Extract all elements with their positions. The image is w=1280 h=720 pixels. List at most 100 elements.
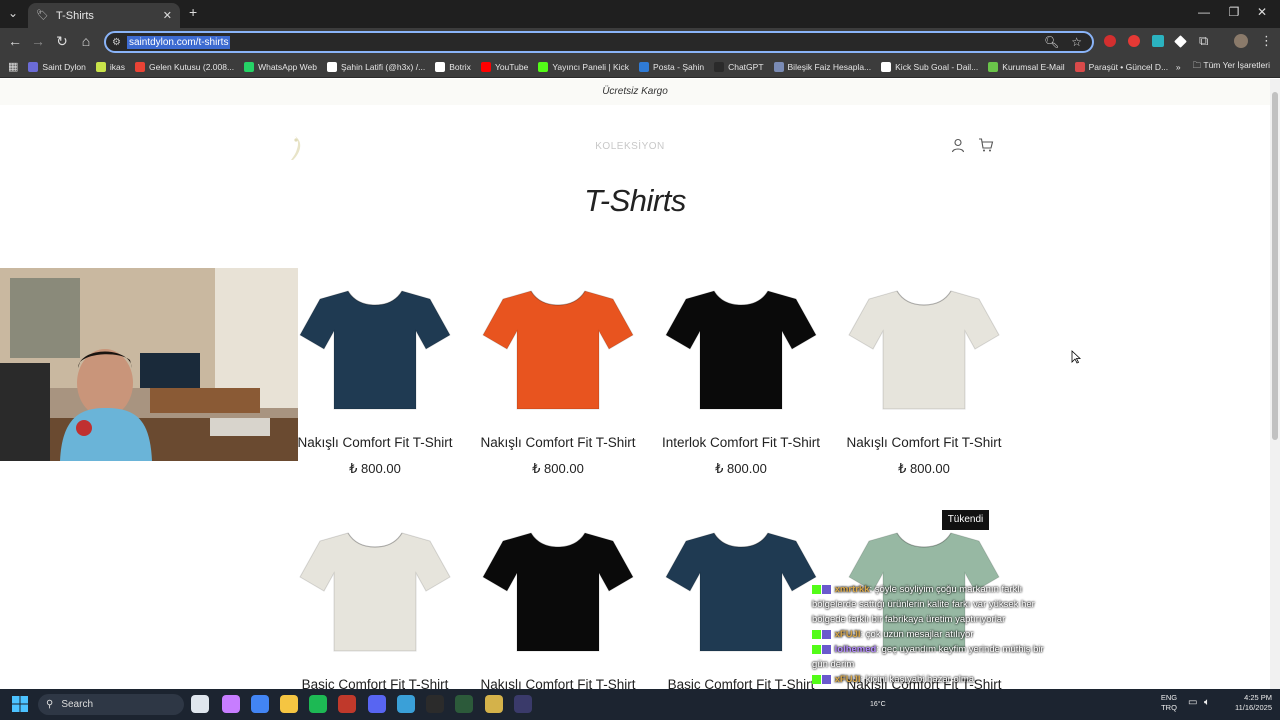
minimize-icon[interactable]: — bbox=[1194, 5, 1214, 19]
bookmark-item[interactable]: Botrix bbox=[435, 61, 471, 72]
restore-icon[interactable]: ❐ bbox=[1224, 5, 1244, 19]
tab-search-icon[interactable]: ⌄ bbox=[8, 6, 18, 20]
store-logo-bird-icon[interactable] bbox=[288, 134, 302, 162]
profile-avatar[interactable] bbox=[1234, 34, 1248, 48]
app-blue-icon[interactable] bbox=[397, 695, 415, 713]
language-indicator[interactable]: ENG TRQ bbox=[1157, 693, 1181, 713]
bookmark-item[interactable]: Paraşüt • Güncel D... bbox=[1074, 61, 1168, 72]
nav-collection-link[interactable]: KOLEKSİYON bbox=[560, 141, 700, 152]
product-name[interactable]: Basic Comfort Fit T-Shirt bbox=[641, 677, 841, 689]
product-name[interactable]: Basic Comfort Fit T-Shirt bbox=[275, 677, 475, 689]
bookmarks-more-icon[interactable]: » bbox=[1176, 62, 1181, 72]
back-icon[interactable]: ← bbox=[6, 33, 24, 49]
product-image[interactable] bbox=[290, 269, 460, 419]
url-text[interactable]: saintdylon.com/t-shirts bbox=[126, 35, 231, 49]
bookmark-item[interactable]: Şahin Latifi (@h3x) /... bbox=[326, 61, 425, 72]
tab-title: T-Shirts bbox=[56, 9, 94, 22]
discord-icon[interactable] bbox=[368, 695, 386, 713]
weather-temp[interactable]: 16°C bbox=[870, 701, 886, 708]
taskbar-search[interactable]: ⚲ Search bbox=[38, 694, 184, 715]
extension-translate-icon[interactable] bbox=[1152, 35, 1164, 47]
bookmark-item[interactable]: YouTube bbox=[480, 61, 528, 72]
chatgpt-icon bbox=[714, 61, 725, 72]
all-bookmarks-folder[interactable]: 🗀 Tüm Yer İşaretleri bbox=[1193, 60, 1270, 74]
bookmark-item[interactable]: ChatGPT bbox=[714, 61, 764, 72]
window-close-icon[interactable]: ✕ bbox=[1252, 5, 1272, 19]
bookmark-item[interactable]: Kick Sub Goal - Dail... bbox=[881, 61, 978, 72]
all-bookmarks-label: Tüm Yer İşaretleri bbox=[1203, 59, 1270, 70]
cart-icon[interactable] bbox=[978, 137, 994, 153]
task-view-icon[interactable] bbox=[191, 695, 209, 713]
product-price: ₺ 800.00 bbox=[349, 461, 401, 476]
bookmark-label: WhatsApp Web bbox=[258, 61, 317, 72]
lang-line2: TRQ bbox=[1161, 703, 1177, 712]
file-explorer-icon[interactable] bbox=[280, 695, 298, 713]
bookmark-label: Yayıncı Paneli | Kick bbox=[552, 61, 630, 72]
spotify-icon[interactable] bbox=[309, 695, 327, 713]
bookmark-item[interactable]: ikas bbox=[95, 61, 125, 72]
obs-icon[interactable] bbox=[426, 695, 444, 713]
sub-badge-icon bbox=[822, 644, 831, 654]
windows-start-icon[interactable] bbox=[12, 696, 28, 712]
bookmark-item[interactable]: Kurumsal E-Mail bbox=[988, 61, 1065, 72]
product-name[interactable]: Nakışlı Comfort Fit T-Shirt bbox=[458, 435, 658, 450]
sub-badge-icon bbox=[822, 629, 831, 639]
chat-text: : çok uzun mesajlar atılıyor bbox=[860, 629, 974, 640]
mouse-cursor-icon bbox=[1071, 350, 1081, 364]
copilot-icon[interactable] bbox=[222, 695, 240, 713]
bookmark-item[interactable]: Gelen Kutusu (2.008... bbox=[135, 61, 234, 72]
product-image[interactable] bbox=[656, 511, 826, 661]
saintdylon-icon bbox=[28, 61, 39, 72]
bookmark-item[interactable]: Yayıncı Paneli | Kick bbox=[538, 61, 630, 72]
product-price: ₺ 800.00 bbox=[532, 461, 584, 476]
browser-tab[interactable]: 🏷 T-Shirts ✕ bbox=[28, 3, 180, 28]
bookmark-item[interactable]: Bileşik Faiz Hesapla... bbox=[773, 61, 871, 72]
address-bar[interactable]: ⚙ saintdylon.com/t-shirts 🔍︎ ☆ bbox=[104, 31, 1094, 53]
product-image[interactable] bbox=[656, 269, 826, 419]
forward-icon[interactable]: → bbox=[29, 33, 47, 49]
clock-time: 4:25 PM bbox=[1244, 693, 1272, 702]
chrome-icon[interactable] bbox=[251, 695, 269, 713]
product-name[interactable]: Interlok Comfort Fit T-Shirt bbox=[641, 435, 841, 450]
volume-icon[interactable]: 🔈︎ bbox=[1204, 697, 1210, 708]
product-image[interactable] bbox=[839, 269, 1009, 419]
bookmark-item[interactable]: WhatsApp Web bbox=[244, 61, 317, 72]
bookmark-label: Saint Dylon bbox=[42, 61, 86, 72]
account-icon[interactable] bbox=[950, 137, 966, 153]
bookmark-star-icon[interactable]: ☆ bbox=[1071, 35, 1082, 49]
site-info-icon[interactable]: ⚙ bbox=[112, 37, 121, 48]
product-name[interactable]: Nakışlı Comfort Fit T-Shirt bbox=[458, 677, 658, 689]
home-icon[interactable]: ⌂ bbox=[77, 33, 95, 49]
youtube-icon bbox=[480, 61, 491, 72]
apps-grid-icon[interactable]: ▦ bbox=[8, 60, 18, 73]
extension-red-icon[interactable] bbox=[1104, 35, 1116, 47]
product-image[interactable] bbox=[473, 511, 643, 661]
network-icon[interactable]: ▭ bbox=[1188, 697, 1197, 708]
app-yellow-icon[interactable] bbox=[485, 695, 503, 713]
bookmark-item[interactable]: Saint Dylon bbox=[28, 61, 86, 72]
reload-icon[interactable]: ↻ bbox=[53, 33, 71, 50]
zoom-icon[interactable]: 🔍︎ bbox=[1044, 35, 1059, 49]
extensions-puzzle-icon[interactable]: ⧉ bbox=[1199, 33, 1208, 49]
tab-close-icon[interactable]: ✕ bbox=[163, 9, 172, 22]
product-image[interactable] bbox=[473, 269, 643, 419]
page-scrollbar-thumb[interactable] bbox=[1272, 92, 1278, 440]
extension-shield-icon[interactable] bbox=[1128, 35, 1140, 47]
app-red-icon[interactable] bbox=[338, 695, 356, 713]
new-tab-icon[interactable]: + bbox=[189, 4, 197, 20]
bookmarks-bar: ▦ Saint Dylon ikas Gelen Kutusu (2.008... W… bbox=[0, 56, 1280, 78]
product-image[interactable] bbox=[290, 511, 460, 661]
parasut-icon bbox=[1074, 61, 1085, 72]
terminal-icon[interactable] bbox=[455, 695, 473, 713]
gmail-icon bbox=[135, 61, 145, 72]
product-name[interactable]: Nakışlı Comfort Fit T-Shirt bbox=[275, 435, 475, 450]
bookmark-label: Botrix bbox=[449, 61, 471, 72]
product-name[interactable]: Nakışlı Comfort Fit T-Shirt bbox=[824, 435, 1024, 450]
page-title: T-Shirts bbox=[584, 183, 686, 218]
chat-message: xmrtrkk: şöyle söyliyim çoğu markanın fa… bbox=[812, 582, 1062, 627]
taskbar-clock[interactable]: 4:25 PM 11/16/2025 bbox=[1222, 693, 1272, 713]
app-dark-icon[interactable] bbox=[514, 695, 532, 713]
bookmark-label: Posta - Şahin bbox=[653, 61, 705, 72]
browser-menu-icon[interactable]: ⋮ bbox=[1260, 33, 1273, 49]
bookmark-item[interactable]: Posta - Şahin bbox=[639, 61, 705, 72]
